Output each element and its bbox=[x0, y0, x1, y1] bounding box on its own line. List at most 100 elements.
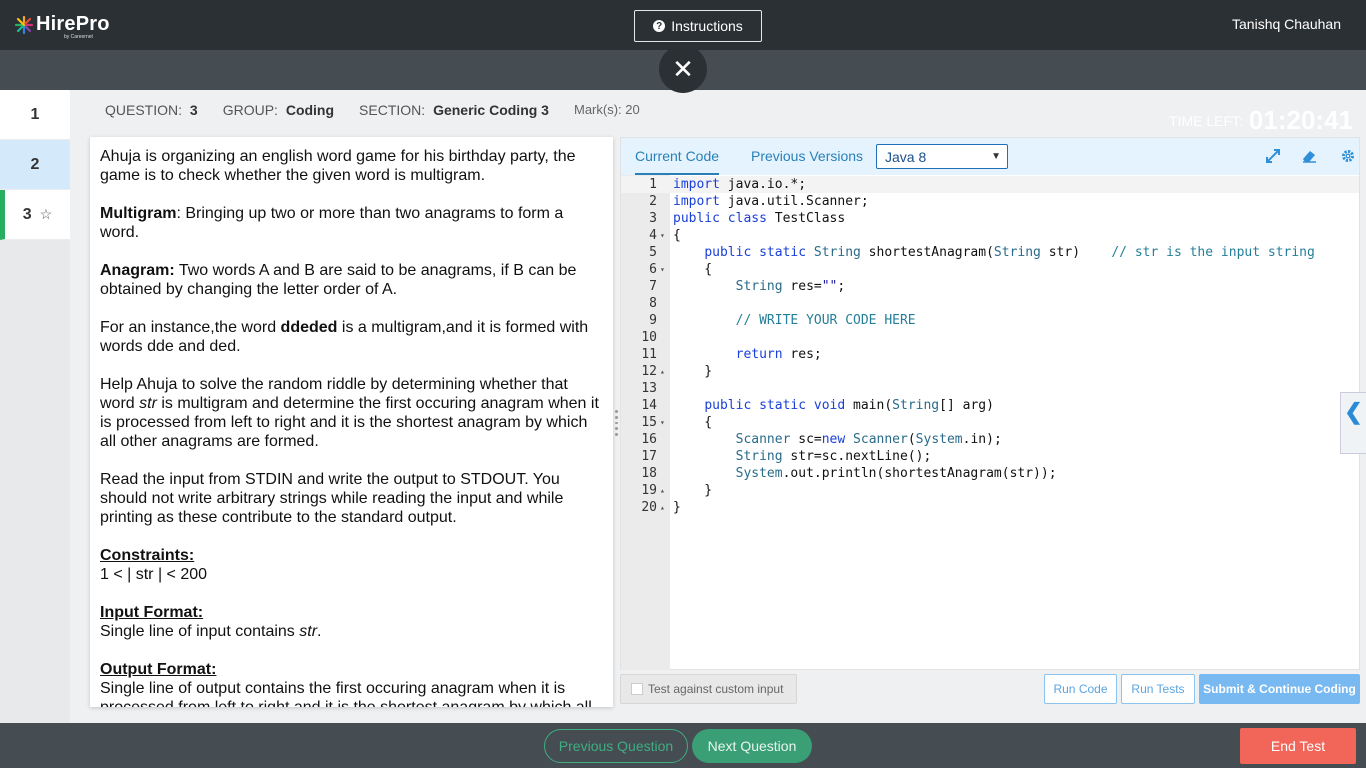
io-note: Read the input from STDIN and write the … bbox=[100, 471, 564, 526]
close-icon[interactable]: ✕ bbox=[659, 45, 707, 93]
code-text: String res=""; bbox=[673, 278, 846, 295]
question-panel[interactable]: Ahuja is organizing an english word game… bbox=[90, 137, 613, 707]
fold-marker[interactable]: ▾ bbox=[660, 414, 668, 431]
settings-icon[interactable] bbox=[1340, 148, 1356, 164]
question-nav-item-1[interactable]: 1 bbox=[0, 90, 70, 140]
line-number: 10 bbox=[641, 330, 657, 345]
code-line: 13 bbox=[621, 380, 1359, 397]
tab-current-code[interactable]: Current Code bbox=[635, 148, 720, 175]
question-nav-item-2[interactable]: 2 bbox=[0, 140, 70, 190]
code-area[interactable]: 1 import java.io.*; 2 import java.util.Sca… bbox=[621, 175, 1359, 670]
code-token: ; bbox=[837, 279, 846, 294]
meta-group: GROUP: Coding bbox=[223, 102, 334, 118]
instructions-button[interactable]: ? Instructions bbox=[634, 10, 762, 42]
user-name[interactable]: Tanishq Chauhan bbox=[1232, 16, 1341, 32]
code-line: 16 Scanner sc=new Scanner(System.in); bbox=[621, 431, 1359, 448]
code-text: public static String shortestAnagram(Str… bbox=[673, 244, 1315, 261]
code-token: res; bbox=[782, 347, 822, 362]
code-line: 14 public static void main(String[] arg) bbox=[621, 397, 1359, 414]
code-token: str) bbox=[1040, 245, 1112, 260]
custom-input-checkbox[interactable] bbox=[631, 683, 643, 695]
run-code-button[interactable]: Run Code bbox=[1044, 674, 1117, 704]
bottom-bar: Previous Question Next Question End Test bbox=[0, 723, 1366, 768]
code-token: return bbox=[735, 347, 783, 362]
line-number: 16 bbox=[641, 432, 657, 447]
eraser-icon[interactable] bbox=[1301, 148, 1317, 164]
submit-continue-button[interactable]: Submit & Continue Coding bbox=[1199, 674, 1360, 704]
code-text: } bbox=[673, 364, 713, 379]
code-line: 9 // WRITE YOUR CODE HERE bbox=[621, 312, 1359, 329]
fold-marker[interactable]: ▴ bbox=[660, 363, 668, 380]
fold-marker[interactable]: ▴ bbox=[660, 499, 668, 516]
side-panel-toggle[interactable]: ❮ bbox=[1340, 392, 1366, 454]
fold-marker[interactable]: ▾ bbox=[660, 227, 668, 244]
multigram-term: Multigram bbox=[100, 205, 177, 222]
logo-text: HirePro bbox=[36, 13, 110, 35]
code-text: public class TestClass bbox=[673, 210, 845, 227]
line-number: 14 bbox=[641, 398, 657, 413]
meta-group-value: Coding bbox=[285, 102, 335, 118]
line-number: 19 bbox=[641, 483, 657, 498]
code-token: public static void bbox=[704, 398, 846, 413]
code-token: .out.println(shortestAnagram(str)); bbox=[782, 466, 1057, 481]
code-line: 12 ▴ } bbox=[621, 363, 1359, 380]
code-text: import java.io.*; bbox=[673, 176, 806, 193]
line-number: 3 bbox=[649, 211, 657, 226]
code-token: String bbox=[735, 279, 783, 294]
code-token: java.io.*; bbox=[719, 177, 807, 192]
run-tests-button[interactable]: Run Tests bbox=[1121, 674, 1195, 704]
next-question-button[interactable]: Next Question bbox=[692, 729, 812, 763]
code-token: public static bbox=[704, 245, 807, 260]
end-test-button[interactable]: End Test bbox=[1240, 728, 1356, 764]
line-number: 7 bbox=[649, 279, 657, 294]
language-select[interactable]: Java 8 ▼ bbox=[876, 144, 1008, 169]
multigram-definition: Multigram: Bringing up two or more than … bbox=[100, 204, 603, 242]
output-format-text: Single line of output contains the first… bbox=[100, 680, 592, 707]
input-pre: Single line of input contains bbox=[100, 623, 300, 640]
editor-footer: Test against custom input Run Code Run T… bbox=[620, 674, 1360, 706]
question-number: 3 bbox=[22, 205, 32, 223]
example-paragraph: For an instance,the word ddeded is a mul… bbox=[100, 318, 603, 356]
constraints-block: Constraints: 1 < | str | < 200 bbox=[100, 546, 603, 584]
fold-marker[interactable]: ▾ bbox=[660, 261, 668, 278]
fold-marker[interactable]: ▴ bbox=[660, 482, 668, 499]
question-nav-item-3[interactable]: 3 ☆ bbox=[0, 190, 70, 240]
code-text: System.out.println(shortestAnagram(str))… bbox=[673, 465, 1057, 482]
input-var: str bbox=[299, 623, 318, 640]
custom-input-toggle[interactable]: Test against custom input bbox=[620, 674, 797, 704]
code-token: sc= bbox=[790, 432, 822, 447]
output-format-block: Output Format: Single line of output cont… bbox=[100, 660, 603, 707]
code-line: 10 bbox=[621, 329, 1359, 346]
panel-resize-handle[interactable] bbox=[613, 410, 619, 436]
code-text: } bbox=[673, 483, 713, 498]
code-line: 4 ▾ { bbox=[621, 227, 1359, 244]
code-line: 6 ▾ { bbox=[621, 261, 1359, 278]
logo-star-icon bbox=[14, 15, 34, 35]
time-left-label: TIME LEFT: bbox=[1169, 112, 1243, 129]
meta-question: QUESTION: 3 bbox=[105, 102, 198, 118]
line-number: 9 bbox=[649, 313, 657, 328]
previous-question-button[interactable]: Previous Question bbox=[544, 729, 688, 763]
time-left-value: 01:20:41 bbox=[1248, 105, 1353, 135]
meta-section-value: Generic Coding 3 bbox=[433, 102, 549, 118]
code-line: 7 String res=""; bbox=[621, 278, 1359, 295]
code-token: res= bbox=[782, 279, 822, 294]
code-text: import java.util.Scanner; bbox=[673, 193, 869, 210]
line-number: 20 bbox=[641, 500, 657, 515]
code-text: public static void main(String[] arg) bbox=[673, 397, 994, 414]
line-number: 6 bbox=[649, 262, 657, 277]
question-meta: QUESTION: 3 GROUP: Coding SECTION: Gener… bbox=[105, 102, 640, 118]
input-post: . bbox=[317, 623, 322, 640]
input-format-block: Input Format: Single line of input contai… bbox=[100, 603, 603, 641]
line-number: 17 bbox=[641, 449, 657, 464]
meta-question-value: 3 bbox=[189, 102, 198, 118]
code-text: // WRITE YOUR CODE HERE bbox=[673, 312, 916, 329]
tab-previous-versions[interactable]: Previous Versions bbox=[751, 148, 863, 164]
constraints-heading: Constraints: bbox=[100, 547, 195, 564]
expand-icon[interactable] bbox=[1265, 148, 1281, 164]
code-token: System bbox=[735, 466, 783, 481]
star-icon[interactable]: ☆ bbox=[40, 206, 53, 223]
